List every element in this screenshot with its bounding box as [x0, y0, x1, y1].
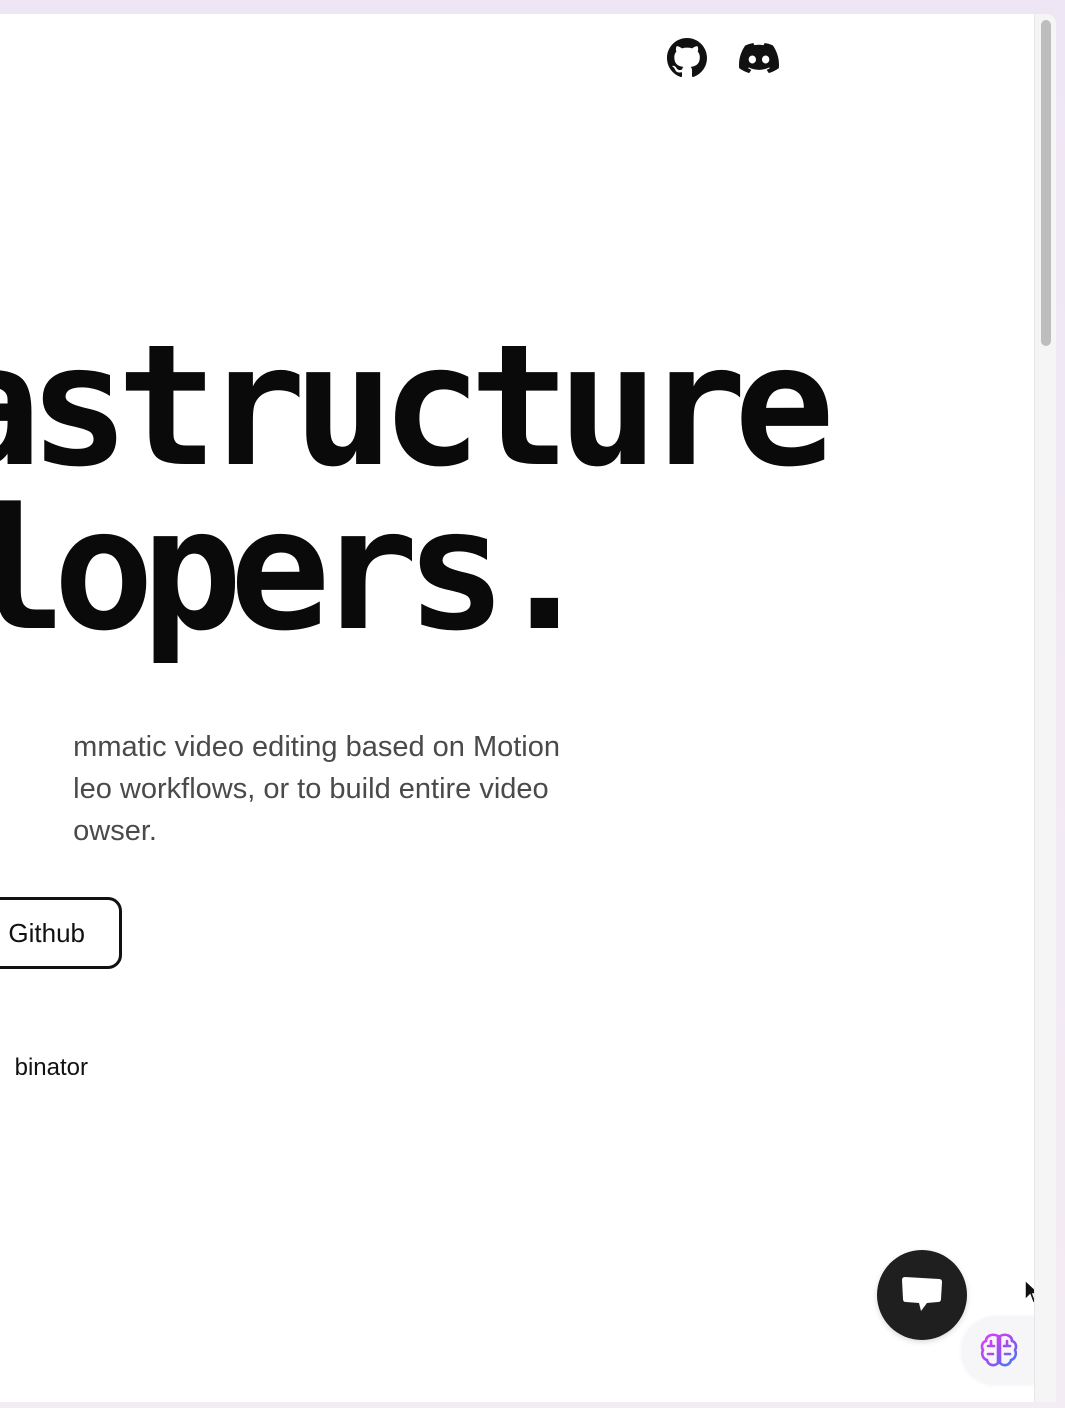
- subtitle-line: owser.: [73, 815, 157, 847]
- hero-subtitle: mmatic video editing based on Motion leo…: [73, 726, 560, 852]
- assistant-widget[interactable]: [962, 1316, 1034, 1384]
- browser-window: astructure lopers. mmatic video editing …: [0, 14, 1056, 1402]
- hero-headline-line-1: astructure: [0, 308, 835, 504]
- chat-button[interactable]: [877, 1250, 967, 1340]
- backed-by-text: binator: [14, 1054, 88, 1081]
- github-icon[interactable]: [667, 38, 707, 78]
- scrollbar-thumb[interactable]: [1041, 20, 1051, 346]
- github-button[interactable]: Github: [0, 897, 122, 969]
- subtitle-line: mmatic video editing based on Motion: [73, 731, 560, 763]
- github-button-label: Github: [8, 917, 85, 948]
- landing-page: astructure lopers. mmatic video editing …: [0, 14, 1034, 1402]
- discord-icon[interactable]: [739, 38, 779, 78]
- chat-bubble-icon: [902, 1277, 942, 1311]
- page-scrollbar[interactable]: [1034, 14, 1056, 1402]
- subtitle-line: leo workflows, or to build entire video: [73, 773, 549, 805]
- hero-headline-line-2: lopers.: [0, 472, 595, 668]
- brain-icon: [980, 1333, 1018, 1367]
- mouse-cursor-icon: [1024, 1278, 1034, 1304]
